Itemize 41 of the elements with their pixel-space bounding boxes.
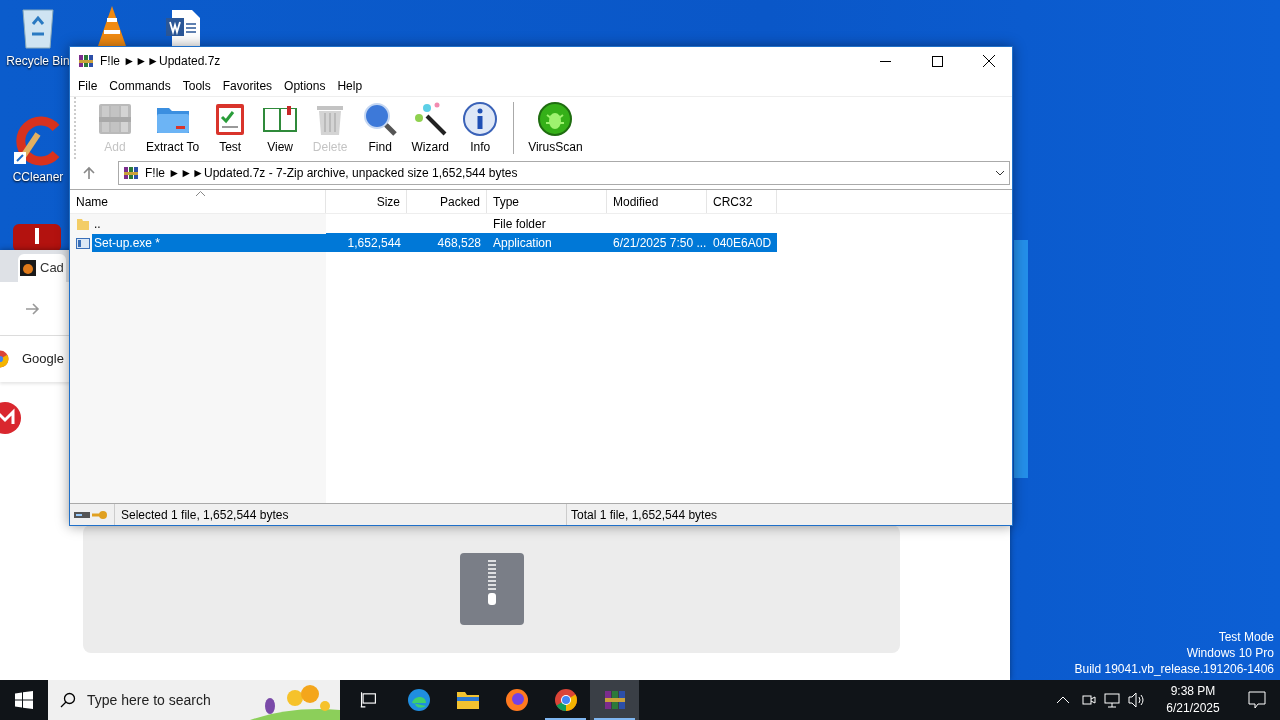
toolbar-button[interactable]: Extract To <box>140 100 206 156</box>
table-cell-text: Application <box>493 234 552 252</box>
column-header[interactable]: Modified <box>607 190 707 213</box>
column-header[interactable]: Type <box>487 190 607 213</box>
clock[interactable]: 9:38 PM 6/21/2025 <box>1158 683 1228 717</box>
menu-item[interactable]: Favorites <box>216 76 279 95</box>
file-row[interactable]: Set-up.exe * 1,652,544 468,528 Application 6/21/2025 7:50 ... 040E6A0D <box>70 233 1012 252</box>
column-header[interactable]: CRC32 <box>707 190 777 213</box>
column-header[interactable]: Packed <box>407 190 487 213</box>
toolbar-button[interactable]: Wizard <box>405 100 456 156</box>
status-text: Selected 1 file, 1,652,544 bytes <box>121 506 290 524</box>
toolbar-button[interactable]: VirusScan <box>522 100 589 156</box>
table-cell-text: File folder <box>493 215 546 233</box>
column-header[interactable]: Size <box>326 190 407 213</box>
toolbar-button[interactable]: Info <box>455 100 506 156</box>
toolbar-button[interactable]: Test <box>205 100 256 156</box>
column-header[interactable]: Name <box>70 190 326 213</box>
address-field[interactable]: F!le ►►►Updated.7z - 7-Zip archive, unpacked size 1,652,544 bytes <box>118 161 1010 185</box>
file-row[interactable]: .. File folder <box>70 214 1012 233</box>
window-title: F!le ►►►Updated.7z <box>100 53 221 70</box>
desktop-icon-label: CCleaner <box>12 169 64 186</box>
table-cell-text: .. <box>93 215 102 233</box>
bookmark-link[interactable]: Google <box>22 349 64 369</box>
browser-tab[interactable]: Cad <box>18 254 66 282</box>
table-cell-text: 1,652,544 <box>347 234 401 252</box>
system-watermark-text: Test Mode <box>1218 629 1274 645</box>
status-text: Total 1 file, 1,652,544 bytes <box>571 506 718 524</box>
table-cell-text: 6/21/2025 7:50 ... <box>613 234 707 252</box>
table-cell-text: 468,528 <box>437 234 481 252</box>
system-watermark-text: Build 19041.vb_release.191206-1406 <box>1074 661 1274 677</box>
menu-item[interactable]: Options <box>278 76 332 95</box>
system-watermark-text: Windows 10 Pro <box>1186 645 1274 661</box>
menu-item[interactable]: File <box>72 76 104 95</box>
toolbar-button[interactable]: View <box>255 100 306 156</box>
menu-item[interactable]: Help <box>331 76 369 95</box>
table-cell-text: 040E6A0D <box>713 234 772 252</box>
toolbar-button[interactable]: Find <box>355 100 406 156</box>
tab-title: Cad <box>40 259 64 278</box>
menu-item[interactable]: Tools <box>176 76 217 95</box>
desktop-icon-label: Recycle Bin <box>6 53 70 70</box>
menu-item[interactable]: Commands <box>103 76 177 95</box>
